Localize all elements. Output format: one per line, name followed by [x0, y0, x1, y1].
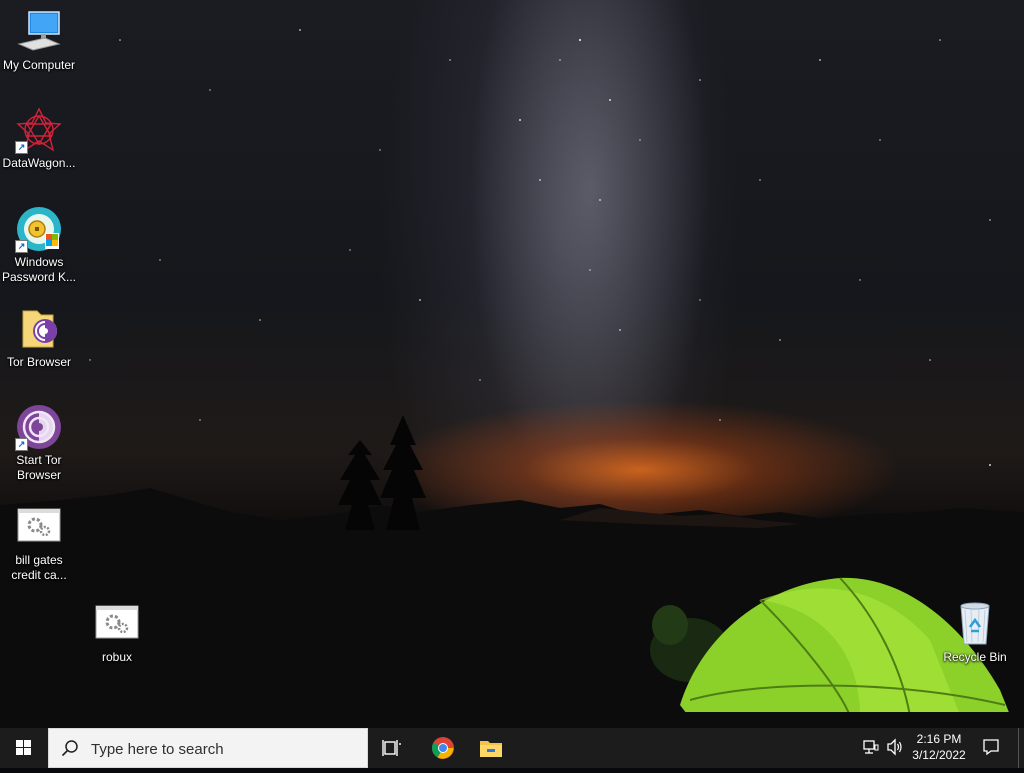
tor-folder-icon [15, 305, 63, 353]
show-desktop-button[interactable] [1018, 728, 1024, 768]
desktop-icon-label: My Computer [2, 58, 76, 72]
desktop-icon-datawagon[interactable]: ↗ DataWagon... [0, 106, 78, 171]
taskbar-chrome-button[interactable] [419, 728, 467, 768]
desktop-icon-bill-gates-credit-card[interactable]: bill gates credit ca... [0, 503, 78, 583]
taskbar-search-box[interactable] [48, 728, 368, 769]
executable-icon [15, 503, 63, 551]
search-icon [61, 739, 79, 762]
desktop-icon-label: DataWagon... [2, 156, 76, 170]
desktop-icon-label: Windows Password K... [1, 255, 77, 284]
windows-logo-icon [16, 740, 31, 755]
stars [89, 29, 991, 466]
desktop-icon-label: Start Tor Browser [16, 453, 62, 482]
task-view-icon [382, 740, 401, 756]
desktop-icon-recycle-bin[interactable]: Recycle Bin [936, 600, 1014, 665]
tor-onion-icon: ↗ [15, 403, 63, 451]
shortcut-arrow-icon: ↗ [15, 438, 28, 451]
shortcut-arrow-icon: ↗ [15, 141, 28, 154]
chrome-icon [432, 737, 454, 759]
desktop-icon-label: Recycle Bin [943, 650, 1007, 664]
clock-date: 3/12/2022 [912, 748, 966, 762]
password-key-icon: ↗ [15, 205, 63, 253]
shortcut-arrow-icon: ↗ [15, 240, 28, 253]
network-icon[interactable] [862, 738, 880, 761]
taskbar: 2:16 PM 3/12/2022 [0, 728, 1024, 769]
recycle-bin-icon [951, 600, 999, 648]
desktop-icon-robux[interactable]: robux [78, 600, 156, 665]
datawagon-icon: ↗ [15, 106, 63, 154]
taskbar-clock[interactable]: 2:16 PM 3/12/2022 [908, 731, 970, 763]
notification-icon[interactable] [982, 738, 1000, 761]
desktop-icon-start-tor-browser[interactable]: ↗ Start Tor Browser [0, 403, 78, 483]
executable-icon [93, 600, 141, 648]
taskbar-file-explorer-button[interactable] [467, 728, 515, 768]
task-view-button[interactable] [368, 728, 416, 768]
desktop-icon-tor-browser-folder[interactable]: Tor Browser [0, 305, 78, 370]
desktop-icon-label: robux [101, 650, 133, 664]
desktop-icon-windows-password-key[interactable]: ↗ Windows Password K... [0, 205, 78, 285]
file-explorer-icon [480, 741, 502, 757]
computer-icon [15, 8, 63, 56]
desktop-icon-my-computer[interactable]: My Computer [0, 8, 78, 73]
start-button[interactable] [0, 728, 48, 768]
desktop-icon-label: bill gates credit ca... [11, 553, 67, 582]
search-input[interactable] [89, 729, 363, 769]
desktop-icon-label: Tor Browser [6, 355, 71, 369]
clock-time: 2:16 PM [916, 732, 962, 746]
volume-icon[interactable] [886, 738, 904, 761]
